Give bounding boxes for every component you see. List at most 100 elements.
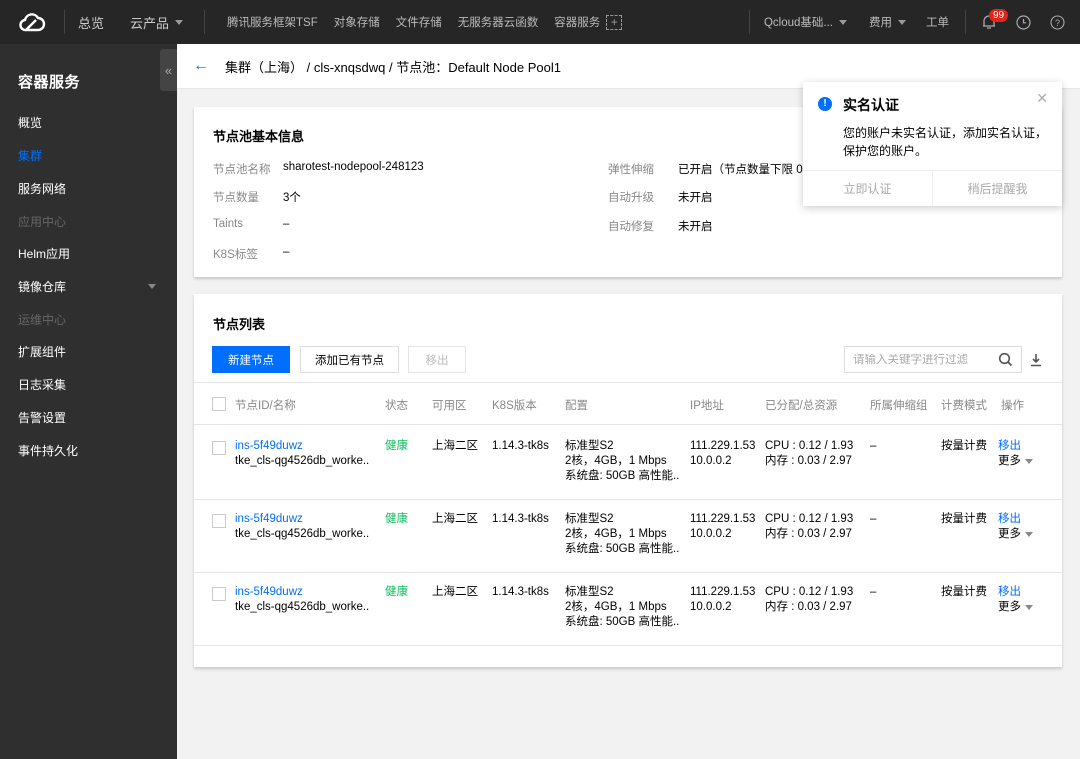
field-label: 弹性伸缩 <box>608 164 654 176</box>
shortcut-cos[interactable]: 对象存储 <box>326 14 388 30</box>
notice-title: 实名认证 <box>843 97 899 113</box>
sidebar-item-helm[interactable]: Helm应用 <box>0 237 177 269</box>
config-disk: 系统盘: 50GB 高性能.. <box>565 470 680 482</box>
svg-text:?: ? <box>1054 18 1059 28</box>
history-button[interactable] <box>1006 0 1040 44</box>
tickets-link[interactable]: 工单 <box>914 14 965 30</box>
shortcut-scf[interactable]: 无服务器云函数 <box>450 14 547 30</box>
tickets-label: 工单 <box>926 17 949 29</box>
close-icon[interactable]: ✕ <box>1036 90 1048 107</box>
sidebar-item-label: 镜像仓库 <box>18 279 67 294</box>
nav-overview[interactable]: 总览 <box>65 13 117 32</box>
tencent-cloud-logo[interactable] <box>0 0 64 44</box>
row-checkbox[interactable] <box>212 514 226 528</box>
status-badge: 健康 <box>385 586 408 598</box>
config-type: 标准型S2 <box>565 586 614 598</box>
cloud-logo-icon <box>19 13 46 32</box>
node-id-link[interactable]: ins-5f49duwz <box>235 512 369 527</box>
node-id-link[interactable]: ins-5f49duwz <box>235 439 369 454</box>
verify-now-button[interactable]: 立即认证 <box>803 171 932 206</box>
config-disk: 系统盘: 50GB 高性能.. <box>565 543 680 555</box>
table-row: ins-5f49duwz tke_cls-qg4526db_worke.. 健康 上海… <box>194 572 1062 646</box>
help-button[interactable]: ? <box>1040 0 1074 44</box>
search-icon[interactable] <box>998 352 1013 367</box>
account-menu[interactable]: Qcloud基础... <box>750 14 861 30</box>
sidebar-item-addons[interactable]: 扩展组件 <box>0 335 177 367</box>
row-checkbox[interactable] <box>212 441 226 455</box>
sidebar-item-event-persistence[interactable]: 事件持久化 <box>0 434 177 466</box>
shortcut-label: 无服务器云函数 <box>457 17 539 29</box>
add-shortcut-icon[interactable]: + <box>606 14 623 30</box>
billing-menu[interactable]: 费用 <box>861 14 914 30</box>
remove-link[interactable]: 移出 <box>998 439 1033 454</box>
info-field-k8s-labels: K8S标签 – <box>213 246 289 262</box>
breadcrumb-text: 集群（上海） / cls-xnqsdwq / 节点池：Default Node … <box>225 59 561 75</box>
field-value: sharotest-nodepool-248123 <box>283 161 424 173</box>
account-label: Qcloud基础... <box>763 17 833 29</box>
cpu-usage: CPU : 0.12 / 1.93 <box>765 440 854 452</box>
shortcut-label: 容器服务 <box>554 17 601 29</box>
sidebar-item-cluster[interactable]: 集群 <box>0 139 177 171</box>
field-value: 已开启（节点数量下限 0 ~ <box>678 164 813 176</box>
remove-node-button: 移出 <box>408 346 466 373</box>
node-id-link[interactable]: ins-5f49duwz <box>235 585 369 600</box>
sidebar-item-label: 概览 <box>18 115 43 130</box>
shortcut-label: 腾讯服务框架TSF <box>227 17 318 29</box>
k8s-version: 1.14.3-tk8s <box>492 440 549 452</box>
notice-actions: 立即认证 稍后提醒我 <box>803 170 1062 206</box>
sidebar-item-overview[interactable]: 概览 <box>0 106 177 138</box>
download-icon[interactable] <box>1030 353 1042 367</box>
field-label: 节点数量 <box>213 192 259 204</box>
nav-products-label: 云产品 <box>130 15 170 31</box>
shortcut-tke[interactable]: 容器服务 + <box>546 14 630 30</box>
field-value: – <box>283 246 290 258</box>
remove-link[interactable]: 移出 <box>998 585 1033 600</box>
private-ip: 10.0.0.2 <box>690 528 732 540</box>
card-title: 节点列表 <box>213 317 266 332</box>
create-node-button[interactable]: 新建节点 <box>212 346 290 373</box>
public-ip: 111.229.1.53 <box>690 440 756 452</box>
shortcut-cfs[interactable]: 文件存储 <box>388 14 450 30</box>
shortcut-tsf[interactable]: 腾讯服务框架TSF <box>219 14 326 30</box>
info-field-auto-upgrade: 自动升级 未开启 <box>608 189 713 205</box>
field-value: – <box>283 218 290 230</box>
card-title: 节点池基本信息 <box>213 129 305 144</box>
sidebar-item-image-registry[interactable]: 镜像仓库 <box>0 270 177 302</box>
caret-down-icon <box>839 19 847 25</box>
sidebar: 容器服务 « 概览 集群 服务网络 应用中心 Helm应用 镜像仓库 运维中心 … <box>0 44 177 759</box>
row-checkbox[interactable] <box>212 587 226 601</box>
notifications-button[interactable]: 99 <box>972 0 1009 44</box>
public-ip: 111.229.1.53 <box>690 586 756 598</box>
column-header: IP地址 <box>690 400 724 412</box>
sidebar-item-alerts[interactable]: 告警设置 <box>0 401 177 433</box>
back-arrow-icon[interactable]: ← <box>193 57 209 75</box>
sidebar-item-service-mesh[interactable]: 服务网络 <box>0 172 177 204</box>
field-label: Taints <box>213 218 244 230</box>
nav-products[interactable]: 云产品 <box>117 13 196 32</box>
sidebar-item-log-collection[interactable]: 日志采集 <box>0 368 177 400</box>
more-dropdown[interactable]: 更多 <box>998 600 1033 615</box>
collapse-sidebar-button[interactable]: « <box>160 49 177 91</box>
remind-later-button[interactable]: 稍后提醒我 <box>932 171 1062 206</box>
top-navbar: 总览 云产品 腾讯服务框架TSF 对象存储 文件存储 无服务器云函数 容器服务 +… <box>0 0 1080 44</box>
more-dropdown[interactable]: 更多 <box>998 454 1033 469</box>
search-input[interactable] <box>853 353 993 366</box>
sidebar-item-label: 集群 <box>18 148 43 163</box>
cpu-usage: CPU : 0.12 / 1.93 <box>765 513 854 525</box>
select-all-checkbox[interactable] <box>212 397 226 411</box>
column-header: 可用区 <box>432 400 467 412</box>
divider <box>204 10 206 34</box>
field-label: 节点池名称 <box>213 164 271 176</box>
scaling-group: – <box>870 586 877 598</box>
table-row: ins-5f49duwz tke_cls-qg4526db_worke.. 健康 上海… <box>194 499 1062 573</box>
info-field-autoscaling: 弹性伸缩 已开启（节点数量下限 0 ~ <box>608 161 813 177</box>
sidebar-item-label: Helm应用 <box>18 246 71 261</box>
add-existing-node-button[interactable]: 添加已有节点 <box>300 346 399 373</box>
shortcut-label: 对象存储 <box>333 17 380 29</box>
remove-link[interactable]: 移出 <box>998 512 1033 527</box>
info-field-auto-repair: 自动修复 未开启 <box>608 218 713 234</box>
more-dropdown[interactable]: 更多 <box>998 527 1033 542</box>
caret-down-icon <box>1025 459 1033 464</box>
field-label: K8S标签 <box>213 249 258 261</box>
config-disk: 系统盘: 50GB 高性能.. <box>565 616 680 628</box>
